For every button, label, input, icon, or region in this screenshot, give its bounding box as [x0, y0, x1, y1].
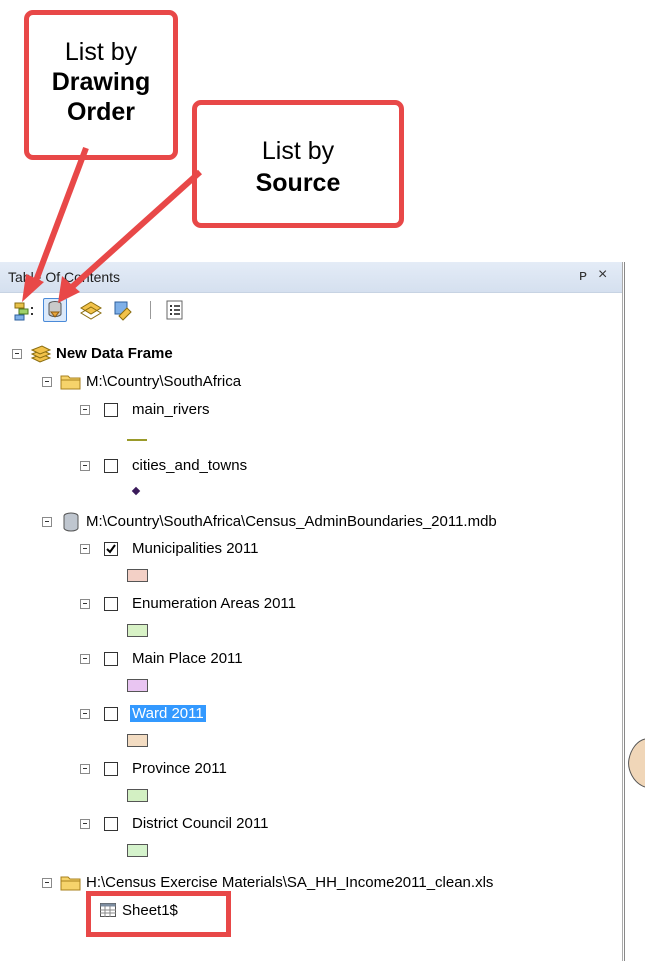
layer-label: District Council 2011	[132, 815, 269, 832]
tree-row-layer[interactable]: main_rivers	[0, 399, 620, 421]
list-by-selection-button[interactable]	[111, 298, 135, 322]
list-by-drawing-order-button[interactable]	[12, 298, 36, 322]
polygon-symbol	[127, 569, 148, 582]
polygon-symbol	[127, 789, 148, 802]
callout-text: List by	[261, 137, 335, 165]
polygon-symbol	[127, 734, 148, 747]
collapse-icon[interactable]	[80, 709, 90, 719]
list-by-visibility-button[interactable]	[79, 298, 103, 322]
options-button[interactable]	[163, 298, 187, 322]
layer-label: Province 2011	[132, 760, 227, 777]
toc-title: Table Of Contents	[8, 269, 121, 285]
layer-label: Municipalities 2011	[132, 540, 259, 557]
database-icon	[63, 512, 79, 532]
folder-path: H:\Census Exercise Materials\SA_HH_Incom…	[86, 874, 494, 891]
polygon-symbol	[127, 844, 148, 857]
callout-text: Source	[255, 169, 341, 197]
map-display	[624, 262, 645, 961]
callout-text: List by	[64, 38, 138, 66]
list-by-source-icon	[48, 301, 62, 318]
layer-label: Enumeration Areas 2011	[132, 595, 296, 612]
pin-icon[interactable]: ᴘ	[579, 267, 587, 284]
callout-text: Order	[66, 98, 136, 126]
tree-row-folder[interactable]: M:\Country\SouthAfrica	[0, 371, 620, 393]
close-icon[interactable]: ×	[598, 266, 607, 284]
collapse-icon[interactable]	[42, 377, 52, 387]
collapse-icon[interactable]	[80, 544, 90, 554]
tree-row-layer[interactable]: cities_and_towns	[0, 455, 620, 477]
collapse-icon[interactable]	[80, 405, 90, 415]
folder-icon	[60, 876, 81, 891]
tree-row-layer[interactable]: Ward 2011	[0, 703, 620, 725]
layer-visibility-checkbox[interactable]	[104, 762, 118, 776]
point-symbol	[131, 486, 141, 496]
tree-row-layer[interactable]: Province 2011	[0, 758, 620, 780]
layer-visibility-checkbox[interactable]	[104, 652, 118, 666]
callout-text: Drawing	[51, 68, 151, 96]
tree-row-layer[interactable]: Municipalities 2011	[0, 538, 620, 560]
collapse-icon[interactable]	[80, 764, 90, 774]
layer-visibility-checkbox[interactable]	[104, 403, 118, 417]
collapse-icon[interactable]	[80, 599, 90, 609]
collapse-icon[interactable]	[80, 654, 90, 664]
table-of-contents-panel: Table Of Contents ᴘ × New Data Frame M:\…	[0, 262, 623, 961]
list-by-selection-icon	[114, 301, 132, 321]
line-symbol	[127, 439, 147, 441]
callout-list-by-drawing-order: List by Drawing Order	[24, 10, 178, 160]
tree-row-geodatabase[interactable]: M:\Country\SouthAfrica\Census_AdminBound…	[0, 511, 620, 533]
toc-titlebar: Table Of Contents ᴘ ×	[0, 262, 622, 293]
data-frame-label: New Data Frame	[56, 345, 173, 362]
layer-label: Ward 2011	[130, 705, 206, 722]
list-by-source-button[interactable]	[43, 298, 67, 322]
layer-visibility-checkbox[interactable]	[104, 817, 118, 831]
list-by-drawing-order-icon	[14, 302, 33, 321]
folder-path: M:\Country\SouthAfrica	[86, 373, 242, 390]
folder-icon	[60, 375, 81, 390]
collapse-icon[interactable]	[12, 349, 22, 359]
layer-label: cities_and_towns	[132, 457, 248, 474]
tree-row-data-frame[interactable]: New Data Frame	[0, 343, 620, 365]
layer-visibility-checkbox[interactable]	[104, 459, 118, 473]
layer-visibility-checkbox[interactable]	[104, 597, 118, 611]
collapse-icon[interactable]	[80, 461, 90, 471]
map-shape	[628, 738, 645, 788]
data-frame-icon	[30, 345, 52, 363]
options-icon	[166, 300, 183, 320]
polygon-symbol	[127, 679, 148, 692]
geodatabase-path: M:\Country\SouthAfrica\Census_AdminBound…	[86, 513, 497, 530]
layer-label: main_rivers	[132, 401, 210, 418]
toolbar-separator	[150, 301, 151, 319]
toc-toolbar	[0, 293, 622, 327]
tree-row-layer[interactable]: Main Place 2011	[0, 648, 620, 670]
highlight-box	[86, 891, 231, 937]
collapse-icon[interactable]	[80, 819, 90, 829]
collapse-icon[interactable]	[42, 517, 52, 527]
layer-visibility-checkbox[interactable]	[104, 542, 118, 556]
list-by-visibility-icon	[80, 301, 102, 320]
tree-row-layer[interactable]: Enumeration Areas 2011	[0, 593, 620, 615]
callout-list-by-source: List by Source	[192, 100, 404, 228]
collapse-icon[interactable]	[42, 878, 52, 888]
layer-visibility-checkbox[interactable]	[104, 707, 118, 721]
tree-row-layer[interactable]: District Council 2011	[0, 813, 620, 835]
layer-label: Main Place 2011	[132, 650, 243, 667]
polygon-symbol	[127, 624, 148, 637]
